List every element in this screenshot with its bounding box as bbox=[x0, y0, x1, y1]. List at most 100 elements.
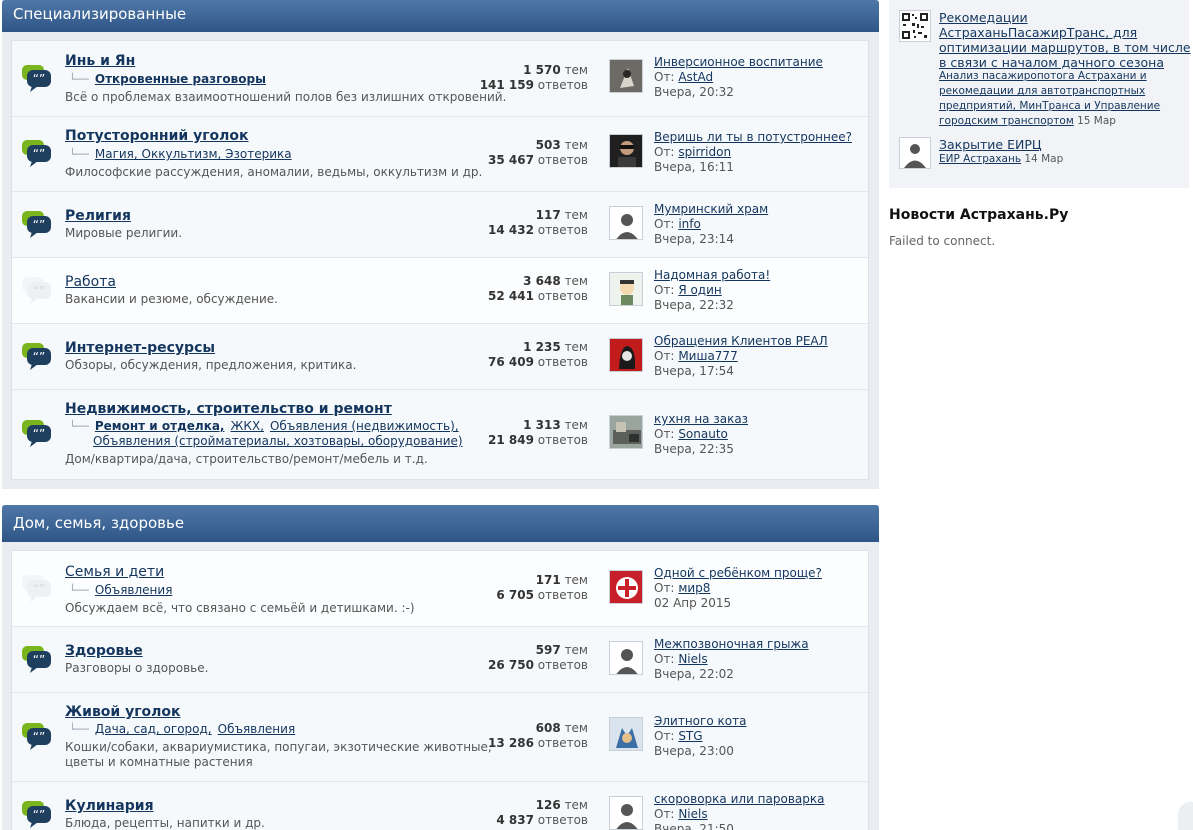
subforum-link[interactable]: ЖКХ, bbox=[231, 419, 264, 433]
svg-text:“”: “” bbox=[33, 72, 45, 86]
last-post-user[interactable]: Niels bbox=[678, 652, 707, 666]
last-post-date: Вчера, 22:35 bbox=[654, 442, 734, 456]
forum-row: “” Религия Мировые религии. 117 тем 14 43… bbox=[12, 192, 868, 258]
avatar[interactable] bbox=[609, 338, 643, 372]
avatar[interactable] bbox=[899, 137, 931, 169]
last-post-title[interactable]: Мумринский храм bbox=[654, 202, 768, 217]
last-post-date: Вчера, 17:54 bbox=[654, 364, 734, 378]
forum-title[interactable]: Недвижимость, строительство и ремонт bbox=[65, 401, 392, 417]
forum-title[interactable]: Здоровье bbox=[65, 643, 143, 659]
last-post-date: Вчера, 21:50 bbox=[654, 822, 734, 830]
forum-title[interactable]: Интернет-ресурсы bbox=[65, 340, 215, 356]
forum-row: “” Интернет-ресурсы Обзоры, обсуждения, … bbox=[12, 324, 868, 390]
read-forum-icon[interactable]: “” bbox=[19, 573, 53, 603]
subforum-link[interactable]: Объявления (недвижимость), bbox=[270, 419, 459, 433]
thread-count: 608 bbox=[535, 721, 561, 735]
unread-forum-icon[interactable]: “” bbox=[19, 644, 53, 674]
svg-text:“”: “” bbox=[33, 147, 45, 161]
thread-count: 597 bbox=[535, 643, 561, 657]
avatar[interactable] bbox=[609, 570, 643, 604]
avatar[interactable] bbox=[609, 415, 643, 449]
forum-description: Обсуждаем всё, что связано с семьёй и де… bbox=[65, 601, 415, 615]
last-post-user[interactable]: Я один bbox=[678, 283, 721, 297]
last-post-user[interactable]: мир8 bbox=[678, 581, 710, 595]
avatar[interactable] bbox=[609, 59, 643, 93]
forum-stats: 608 тем 13 286 ответов bbox=[488, 721, 588, 750]
last-post-title[interactable]: Веришь ли ты в потустроннее? bbox=[654, 130, 852, 145]
forum-title[interactable]: Религия bbox=[65, 208, 131, 224]
last-post-user[interactable]: Миша777 bbox=[678, 349, 737, 363]
last-post-title[interactable]: Одной с ребёнком проще? bbox=[654, 566, 822, 581]
avatar[interactable] bbox=[609, 796, 643, 830]
subforum-list: └── Откровенные разговоры bbox=[65, 72, 272, 86]
post-count: 76 409 bbox=[488, 355, 534, 369]
featured-source-link[interactable]: Анализ пасажиропотога Астрахани и рекоме… bbox=[939, 70, 1160, 127]
unread-forum-icon[interactable]: “” bbox=[19, 63, 53, 93]
subforum-link[interactable]: Ремонт и отделка, bbox=[95, 419, 225, 433]
forum-title[interactable]: Кулинария bbox=[65, 798, 154, 814]
subforum-link[interactable]: Откровенные разговоры bbox=[95, 72, 266, 86]
last-post-title[interactable]: Обращения Клиентов РЕАЛ bbox=[654, 334, 828, 349]
last-post-user[interactable]: Sonauto bbox=[678, 427, 728, 441]
forum-title[interactable]: Семья и дети bbox=[65, 564, 164, 580]
last-post-user[interactable]: STG bbox=[678, 729, 702, 743]
avatar[interactable] bbox=[609, 206, 643, 240]
avatar[interactable] bbox=[609, 641, 643, 675]
featured-title[interactable]: Рекомедации АстраханьПасажирТранс, для о… bbox=[939, 10, 1193, 70]
unread-forum-icon[interactable]: “” bbox=[19, 341, 53, 371]
unread-forum-icon[interactable]: “” bbox=[19, 721, 53, 751]
category-title[interactable]: Дом, семья, здоровье bbox=[2, 505, 879, 542]
subforum-link[interactable]: Объявления bbox=[218, 722, 296, 736]
forum-stats: 1 235 тем 76 409 ответов bbox=[488, 340, 588, 369]
forum-row: “” Живой уголок └── Дача, сад, огород, Объ… bbox=[12, 693, 868, 782]
unread-forum-icon[interactable]: “” bbox=[19, 799, 53, 829]
thread-count: 3 648 bbox=[523, 274, 561, 288]
last-post-user[interactable]: AstAd bbox=[678, 70, 713, 84]
last-post: Обращения Клиентов РЕАЛ От: Миша777 Вчера,… bbox=[654, 334, 828, 378]
avatar[interactable] bbox=[609, 717, 643, 751]
subforum-link[interactable]: Магия, Оккультизм, Эзотерика bbox=[95, 147, 292, 161]
last-post-title[interactable]: кухня на заказ bbox=[654, 412, 748, 427]
last-post-title[interactable]: Межпозвоночная грыжа bbox=[654, 637, 809, 652]
read-forum-icon[interactable]: “” bbox=[19, 275, 53, 305]
post-count: 4 837 bbox=[496, 813, 534, 827]
last-post-title[interactable]: скороворка или пароварка bbox=[654, 792, 824, 807]
featured-title[interactable]: Закрытие ЕИРЦ bbox=[939, 137, 1193, 152]
subforum-link[interactable]: Объявления (стройматериалы, хозтовары, о… bbox=[93, 434, 463, 448]
forum-title[interactable]: Потусторонний уголок bbox=[65, 128, 249, 144]
forum-title[interactable]: Работа bbox=[65, 274, 116, 290]
forum-title[interactable]: Инь и Ян bbox=[65, 53, 135, 69]
unread-forum-icon[interactable]: “” bbox=[19, 209, 53, 239]
last-post-title[interactable]: Инверсионное воспитание bbox=[654, 55, 823, 70]
forum-stats: 597 тем 26 750 ответов bbox=[488, 643, 588, 672]
subforum-link[interactable]: Дача, сад, огород, bbox=[95, 722, 212, 736]
forum-stats: 126 тем 4 837 ответов bbox=[496, 798, 588, 827]
featured-subline: ЕИР Астрахань 14 Мар bbox=[939, 152, 1179, 167]
last-post-date: Вчера, 16:11 bbox=[654, 160, 734, 174]
avatar[interactable] bbox=[609, 134, 643, 168]
forum-row: “” Инь и Ян └── Откровенные разговоры Всё… bbox=[12, 41, 868, 117]
forum-title[interactable]: Живой уголок bbox=[65, 704, 181, 720]
last-post-user[interactable]: Niels bbox=[678, 807, 707, 821]
last-post-date: Вчера, 22:02 bbox=[654, 667, 734, 681]
unread-forum-icon[interactable]: “” bbox=[19, 418, 53, 448]
last-post-user[interactable]: spirridon bbox=[678, 145, 731, 159]
last-post-title[interactable]: Надомная работа! bbox=[654, 268, 770, 283]
last-post-user[interactable]: info bbox=[678, 217, 701, 231]
forum-description: Дом/квартира/дача, строительство/ремонт/… bbox=[65, 452, 428, 466]
subforum-link[interactable]: Объявления bbox=[95, 583, 173, 597]
news-widget-title: Новости Астрахань.Ру bbox=[889, 207, 1069, 223]
tree-branch-icon: └── bbox=[69, 73, 89, 86]
avatar[interactable] bbox=[609, 272, 643, 306]
svg-text:“”: “” bbox=[33, 284, 45, 298]
forum-row: “” Кулинария Блюда, рецепты, напитки и д… bbox=[12, 782, 868, 830]
featured-source-link[interactable]: ЕИР Астрахань bbox=[939, 153, 1021, 165]
scroll-top-handle[interactable] bbox=[1178, 802, 1193, 830]
qr-code-icon[interactable] bbox=[899, 10, 931, 42]
category-title[interactable]: Специализированные bbox=[2, 0, 879, 32]
last-post-title[interactable]: Элитного кота bbox=[654, 714, 746, 729]
unread-forum-icon[interactable]: “” bbox=[19, 138, 53, 168]
forum-description: Философские рассуждения, аномалии, ведьм… bbox=[65, 165, 483, 179]
forum-stats: 3 648 тем 52 441 ответов bbox=[488, 274, 588, 303]
category-specialized: Специализированные “” Инь и Ян └── Откров… bbox=[2, 0, 879, 489]
